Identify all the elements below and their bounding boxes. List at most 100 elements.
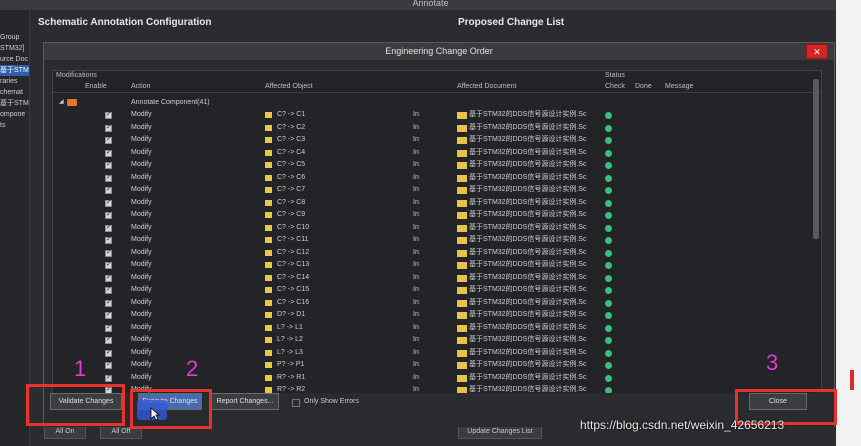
document-icon xyxy=(457,287,467,294)
change-row[interactable]: Modify C? -> C16 In 基于STM32的DDS信号源设计实例.Sc xyxy=(53,297,821,310)
change-row[interactable]: Modify C? -> C8 In 基于STM32的DDS信号源设计实例.Sc xyxy=(53,197,821,210)
affected-document-cell: 基于STM32的DDS信号源设计实例.Sc xyxy=(469,323,587,331)
action-cell: Modify xyxy=(131,223,152,231)
affected-document-cell: 基于STM32的DDS信号源设计实例.Sc xyxy=(469,123,587,131)
affected-document-cell: 基于STM32的DDS信号源设计实例.Sc xyxy=(469,111,587,118)
change-row[interactable]: Modify L? -> L1 In 基于STM32的DDS信号源设计实例.Sc xyxy=(53,322,821,335)
enable-checkbox[interactable] xyxy=(105,134,112,146)
component-icon xyxy=(265,374,272,381)
change-row[interactable]: Modify C? -> C3 In 基于STM32的DDS信号源设计实例.Sc xyxy=(53,134,821,147)
changes-grid: Modifications Status Enable Action Affec… xyxy=(52,70,822,400)
action-cell: Modify xyxy=(131,311,152,318)
enable-checkbox[interactable] xyxy=(105,309,112,321)
done-column-header[interactable]: Done xyxy=(635,83,652,90)
document-icon xyxy=(457,362,467,369)
enable-checkbox[interactable] xyxy=(105,372,112,384)
change-row[interactable]: Modify C? -> C6 In 基于STM32的DDS信号源设计实例.Sc xyxy=(53,172,821,185)
enable-checkbox[interactable] xyxy=(105,109,112,121)
enable-checkbox[interactable] xyxy=(105,334,112,346)
panel-item[interactable]: 基于STM xyxy=(0,98,29,109)
enable-checkbox[interactable] xyxy=(105,209,112,221)
document-icon xyxy=(457,212,467,219)
enable-checkbox[interactable] xyxy=(105,259,112,271)
enable-checkbox[interactable] xyxy=(105,297,112,309)
message-column-header[interactable]: Message xyxy=(665,83,693,90)
panel-item[interactable]: Group xyxy=(0,32,29,43)
panel-item[interactable]: urce Doc xyxy=(0,54,29,65)
vertical-scrollbar[interactable] xyxy=(813,79,819,239)
annotate-titlebar: Annotate xyxy=(0,0,861,10)
check-ok-icon xyxy=(605,349,612,357)
update-changes-list-button[interactable]: Update Changes List xyxy=(458,425,542,439)
enable-checkbox[interactable] xyxy=(105,284,112,296)
panel-item[interactable]: raries xyxy=(0,76,29,87)
change-row[interactable]: Modify C? -> C15 In 基于STM32的DDS信号源设计实例.Sc xyxy=(53,284,821,297)
document-icon xyxy=(457,224,467,232)
enable-checkbox[interactable] xyxy=(105,234,112,246)
affected-object-column-header[interactable]: Affected Object xyxy=(265,83,313,90)
change-row[interactable]: Modify C? -> C4 In 基于STM32的DDS信号源设计实例.Sc xyxy=(53,147,821,160)
enable-checkbox[interactable] xyxy=(105,172,112,184)
change-row[interactable]: Modify C? -> C13 In 基于STM32的DDS信号源设计实例.Sc xyxy=(53,259,821,272)
enable-checkbox[interactable] xyxy=(105,272,112,284)
action-cell: Modify xyxy=(131,136,152,143)
change-row[interactable]: Modify C? -> C2 In 基于STM32的DDS信号源设计实例.Sc xyxy=(53,122,821,135)
enable-checkbox[interactable] xyxy=(105,247,112,259)
check-ok-icon xyxy=(605,149,612,157)
component-icon xyxy=(265,112,272,118)
group-row[interactable]: ◢ Annotate Component(41) xyxy=(53,97,821,108)
in-cell: In xyxy=(413,136,419,143)
document-icon xyxy=(457,199,467,207)
panel-item[interactable]: STM32] xyxy=(0,43,29,54)
change-row[interactable]: Modify C? -> C11 In 基于STM32的DDS信号源设计实例.Sc xyxy=(53,234,821,247)
change-row[interactable]: Modify C? -> C5 In 基于STM32的DDS信号源设计实例.Sc xyxy=(53,159,821,172)
enable-checkbox[interactable] xyxy=(105,122,112,134)
enable-checkbox[interactable] xyxy=(105,147,112,159)
enable-checkbox[interactable] xyxy=(105,184,112,196)
enable-checkbox[interactable] xyxy=(105,322,112,334)
change-row[interactable]: Modify R? -> R1 In 基于STM32的DDS信号源设计实例.Sc xyxy=(53,372,821,385)
step-marker-3: 3 xyxy=(766,350,779,375)
report-changes-button[interactable]: Report Changes... xyxy=(211,393,279,410)
change-row[interactable]: Modify L? -> L2 In 基于STM32的DDS信号源设计实例.Sc xyxy=(53,334,821,347)
change-row[interactable]: Modify C? -> C9 In 基于STM32的DDS信号源设计实例.Sc xyxy=(53,209,821,222)
only-show-errors-checkbox[interactable] xyxy=(292,399,300,407)
check-ok-icon xyxy=(605,174,612,182)
expand-triangle-icon[interactable]: ◢ xyxy=(59,97,64,108)
all-on-button[interactable]: All On xyxy=(44,425,86,439)
panel-item[interactable]: chemat xyxy=(0,87,29,98)
close-icon[interactable]: ✕ xyxy=(806,44,828,59)
enable-checkbox[interactable] xyxy=(105,222,112,234)
change-row[interactable]: Modify C? -> C7 In 基于STM32的DDS信号源设计实例.Sc xyxy=(53,184,821,197)
affected-object-cell: C? -> C11 xyxy=(277,236,309,243)
change-row[interactable]: Modify C? -> C14 In 基于STM32的DDS信号源设计实例.Sc xyxy=(53,272,821,285)
change-row[interactable]: Modify C? -> C10 In 基于STM32的DDS信号源设计实例.Sc xyxy=(53,222,821,235)
panel-item-selected[interactable]: 基于STM xyxy=(0,65,29,76)
enable-checkbox[interactable] xyxy=(105,159,112,171)
check-column-header[interactable]: Check xyxy=(605,83,625,90)
change-row[interactable]: Modify D? -> D1 In 基于STM32的DDS信号源设计实例.Sc xyxy=(53,309,821,322)
component-icon xyxy=(265,349,272,356)
panel-item[interactable]: ompone xyxy=(0,109,29,120)
group-label: Annotate Component(41) xyxy=(131,99,210,106)
component-icon xyxy=(265,337,272,343)
affected-document-column-header[interactable]: Affected Document xyxy=(457,83,516,90)
annotate-title: Annotate xyxy=(412,0,449,8)
check-ok-icon xyxy=(605,324,612,332)
component-icon xyxy=(265,149,272,156)
enable-checkbox[interactable] xyxy=(105,347,112,359)
action-cell: Modify xyxy=(131,198,152,206)
action-column-header[interactable]: Action xyxy=(131,83,150,90)
change-row[interactable]: Modify C? -> C12 In 基于STM32的DDS信号源设计实例.Sc xyxy=(53,247,821,260)
affected-object-cell: C? -> C6 xyxy=(277,173,306,181)
panel-item[interactable]: ts xyxy=(0,120,29,131)
enable-checkbox[interactable] xyxy=(105,359,112,371)
enable-checkbox[interactable] xyxy=(105,197,112,209)
enable-column-header[interactable]: Enable xyxy=(85,83,107,90)
check-ok-icon xyxy=(605,187,612,194)
change-row[interactable]: Modify L? -> L3 In 基于STM32的DDS信号源设计实例.Sc xyxy=(53,347,821,360)
highlight-box-execute xyxy=(130,389,212,429)
affected-object-cell: L? -> L1 xyxy=(277,323,303,331)
change-row[interactable]: Modify P? -> P1 In 基于STM32的DDS信号源设计实例.Sc xyxy=(53,359,821,372)
change-row[interactable]: Modify C? -> C1 In 基于STM32的DDS信号源设计实例.Sc xyxy=(53,109,821,122)
